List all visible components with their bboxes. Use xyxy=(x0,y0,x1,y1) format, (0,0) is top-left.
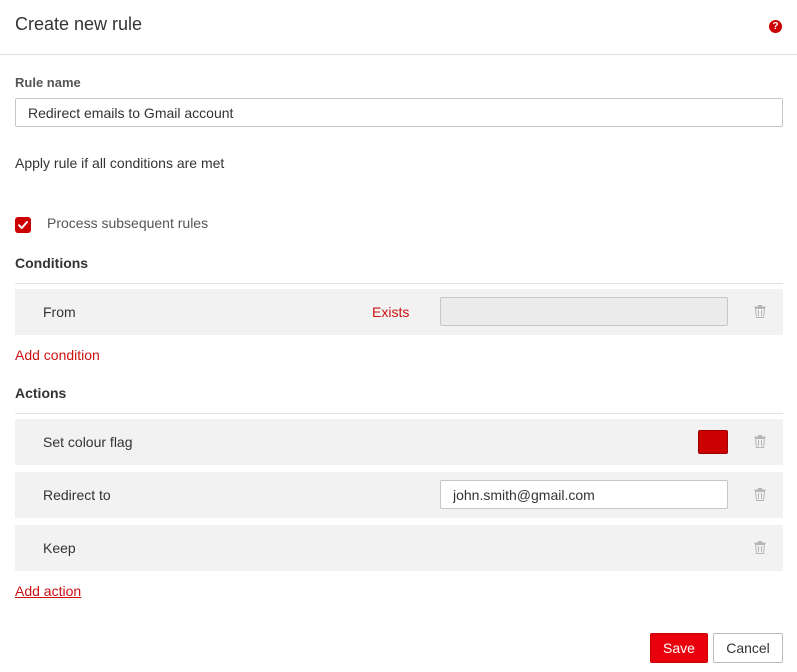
apply-rule-text: Apply rule if all conditions are met xyxy=(15,155,225,171)
action-label: Keep xyxy=(43,540,76,556)
process-subsequent-checkbox[interactable] xyxy=(15,217,31,233)
rule-name-label: Rule name xyxy=(15,75,81,90)
actions-heading: Actions xyxy=(15,385,67,401)
trash-icon[interactable] xyxy=(754,541,766,554)
action-row-colour-flag: Set colour flag xyxy=(15,419,783,465)
cancel-button[interactable]: Cancel xyxy=(713,633,783,663)
rule-name-input[interactable] xyxy=(15,98,783,127)
add-action-link[interactable]: Add action xyxy=(15,583,81,599)
help-icon[interactable]: ? xyxy=(769,20,782,33)
save-button[interactable]: Save xyxy=(650,633,708,663)
action-label: Redirect to xyxy=(43,487,111,503)
action-label: Set colour flag xyxy=(43,434,133,450)
condition-value-input[interactable] xyxy=(440,297,728,326)
process-subsequent-label: Process subsequent rules xyxy=(47,215,209,231)
condition-field: From xyxy=(43,304,76,320)
check-icon xyxy=(18,221,28,229)
dialog-title: Create new rule xyxy=(15,14,143,34)
trash-icon[interactable] xyxy=(754,488,766,501)
conditions-divider xyxy=(15,283,783,284)
actions-divider xyxy=(15,413,783,414)
action-row-keep: Keep xyxy=(15,525,783,571)
trash-icon[interactable] xyxy=(754,305,766,318)
trash-icon[interactable] xyxy=(754,435,766,448)
add-condition-link[interactable]: Add condition xyxy=(15,347,100,363)
conditions-heading: Conditions xyxy=(15,255,89,271)
action-row-redirect: Redirect to xyxy=(15,472,783,518)
condition-operator[interactable]: Exists xyxy=(372,304,409,320)
redirect-email-input[interactable] xyxy=(440,480,728,509)
dialog-header: Create new rule ? xyxy=(0,0,797,55)
colour-swatch[interactable] xyxy=(698,430,728,454)
condition-row: From Exists xyxy=(15,289,783,335)
